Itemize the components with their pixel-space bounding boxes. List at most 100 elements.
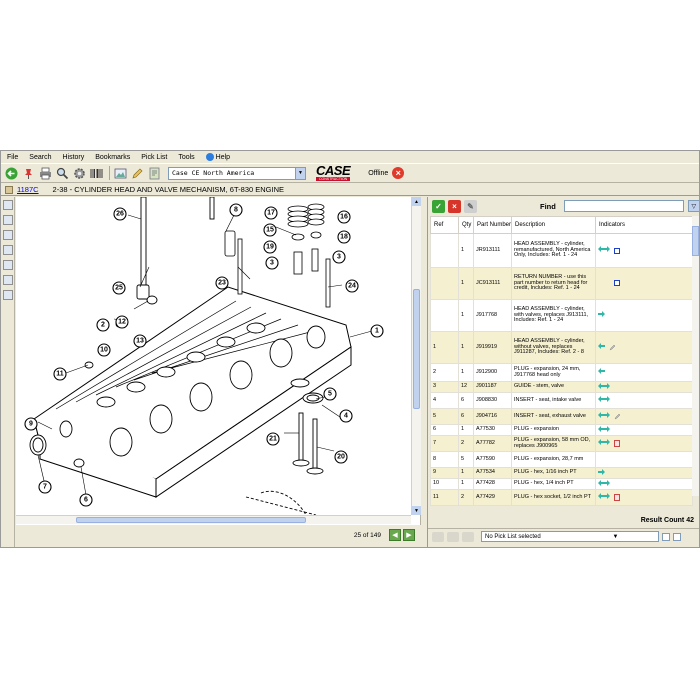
remove-button[interactable]: × (448, 199, 461, 213)
offline-x-icon[interactable]: × (392, 167, 405, 179)
chevron-down-icon[interactable]: ▼ (295, 167, 305, 179)
notes-button[interactable] (147, 166, 161, 180)
link-icon[interactable] (3, 260, 13, 270)
pdf-icon[interactable] (614, 440, 620, 447)
remanufactured-box-icon[interactable] (614, 279, 620, 286)
callout-8[interactable]: 8 (229, 203, 243, 217)
drawing-horizontal-scrollbar[interactable] (16, 515, 411, 524)
arrow-both-icon[interactable] (598, 439, 610, 448)
arrow-both-icon[interactable] (598, 479, 610, 489)
menu-help[interactable]: Help (205, 153, 230, 161)
arrow-both-icon[interactable] (598, 412, 610, 421)
illustration-code-link[interactable]: 1187C (17, 185, 39, 194)
callout-6[interactable]: 6 (79, 493, 93, 507)
note-button[interactable]: ✎ (464, 199, 477, 213)
add-to-picklist-button[interactable]: ✓ (432, 199, 445, 213)
picklist-minimize-icon[interactable] (662, 532, 670, 541)
callout-3a[interactable]: 3 (265, 256, 279, 270)
bookmark-button[interactable] (21, 166, 35, 180)
table-row[interactable]: 9 1 A77534 PLUG - hex, 1/16 inch PT (430, 467, 693, 479)
table-row[interactable]: 6 1 A77530 PLUG - expansion (430, 424, 693, 436)
table-row[interactable]: 1 1 J919919 HEAD ASSEMBLY - cylinder, witho… (430, 331, 693, 364)
menu-search[interactable]: Search (29, 154, 51, 161)
col-description[interactable]: Description (511, 216, 596, 234)
scroll-up-icon[interactable]: ▲ (412, 197, 421, 206)
parts-scrollbar[interactable] (692, 216, 699, 496)
picklist-maximize-icon[interactable] (673, 532, 681, 541)
parts-scroll-thumb[interactable] (692, 226, 699, 256)
callout-7[interactable]: 7 (38, 480, 52, 494)
next-page-button[interactable]: ▶ (403, 529, 415, 541)
arrow-both-icon[interactable] (598, 493, 610, 502)
table-row[interactable]: 1 J917768 HEAD ASSEMBLY - cylinder, with v… (430, 299, 693, 332)
arrow-both-icon[interactable] (598, 396, 610, 405)
callout-24[interactable]: 24 (345, 279, 359, 293)
callout-10[interactable]: 10 (97, 343, 111, 357)
callout-26[interactable]: 26 (113, 207, 127, 221)
arrow-left-icon[interactable] (598, 368, 605, 377)
document-view-icon[interactable] (3, 200, 13, 210)
col-ref[interactable]: Ref (430, 216, 459, 234)
picklist-select[interactable]: No Pick List selected ▼ (481, 531, 659, 542)
grid-icon[interactable] (3, 290, 13, 300)
note-icon[interactable] (614, 413, 621, 420)
table-row[interactable]: 5 6 J904716 INSERT - seat, exhaust valve (430, 408, 693, 425)
layers-icon[interactable] (3, 275, 13, 285)
copy-icon[interactable] (3, 230, 13, 240)
callout-18[interactable]: 18 (337, 230, 351, 244)
menu-file[interactable]: File (7, 154, 18, 161)
remanufactured-box-icon[interactable] (614, 247, 620, 254)
table-row[interactable]: 1 JC913111 RETURN NUMBER - use this part n… (430, 267, 693, 300)
callout-21[interactable]: 21 (266, 432, 280, 446)
callout-1[interactable]: 1 (370, 324, 384, 338)
arrow-both-icon[interactable] (598, 246, 610, 255)
callout-4[interactable]: 4 (339, 409, 353, 423)
picklist-edit-icon[interactable] (462, 531, 474, 542)
callout-12[interactable]: 12 (115, 315, 129, 329)
arrow-left-icon[interactable] (598, 343, 605, 352)
vertical-scroll-thumb[interactable] (413, 289, 420, 409)
menu-tools[interactable]: Tools (178, 154, 194, 161)
callout-9[interactable]: 9 (24, 417, 38, 431)
settings-button[interactable] (72, 166, 86, 180)
table-row[interactable]: 4 6 J908830 INSERT - seat, intake valve (430, 392, 693, 409)
scroll-down-icon[interactable]: ▼ (412, 506, 421, 515)
callout-25[interactable]: 25 (112, 281, 126, 295)
table-row[interactable]: 3 12 J901187 GUIDE - stem, valve (430, 381, 693, 393)
find-input[interactable] (563, 200, 684, 212)
arrow-both-icon[interactable] (598, 425, 610, 435)
col-indicators[interactable]: Indicators (595, 216, 693, 234)
arrow-right-icon[interactable] (598, 311, 605, 320)
chevron-down-icon[interactable]: ▼ (570, 534, 658, 540)
callout-15[interactable]: 15 (263, 223, 277, 237)
arrow-right-icon[interactable] (598, 468, 605, 478)
menu-history[interactable]: History (62, 154, 84, 161)
markup-button[interactable] (130, 166, 144, 180)
pdf-icon[interactable] (614, 494, 620, 501)
menu-pick-list[interactable]: Pick List (141, 154, 167, 161)
callout-17[interactable]: 17 (264, 206, 278, 220)
arrow-both-icon[interactable] (598, 382, 610, 392)
table-row[interactable]: 7 2 A77782 PLUG - expansion, 58 mm OD, repl… (430, 435, 693, 452)
table-row[interactable]: 11 2 A77429 PLUG - hex socket, 1/2 inch PT (430, 489, 693, 506)
back-button[interactable] (4, 166, 18, 180)
barcode-button[interactable] (89, 166, 103, 180)
callout-11[interactable]: 11 (53, 367, 67, 381)
drawing-vertical-scrollbar[interactable]: ▲ ▼ (411, 197, 421, 515)
table-row[interactable]: 8 5 A77590 PLUG - expansion, 28,7 mm (430, 451, 693, 468)
note-icon[interactable] (609, 344, 616, 351)
callout-20[interactable]: 20 (334, 450, 348, 464)
annotate-icon[interactable] (3, 245, 13, 255)
exploded-parts-drawing[interactable]: 26 8 17 16 18 19 15 3 3 25 12 2 13 10 24… (16, 197, 421, 537)
zoom-button[interactable] (55, 166, 69, 180)
callout-2[interactable]: 2 (96, 318, 110, 332)
menu-bookmarks[interactable]: Bookmarks (95, 154, 130, 161)
callout-13[interactable]: 13 (133, 334, 147, 348)
col-part-number[interactable]: Part Number (473, 216, 512, 234)
callout-23[interactable]: 23 (215, 276, 229, 290)
table-row[interactable]: 10 1 A77428 PLUG - hex, 1/4 inch PT (430, 478, 693, 490)
callout-3b[interactable]: 3 (332, 250, 346, 264)
print-button[interactable] (38, 166, 52, 180)
horizontal-scroll-thumb[interactable] (76, 517, 306, 523)
table-row[interactable]: 1 JR913111 HEAD ASSEMBLY - cylinder, reman… (430, 233, 693, 268)
